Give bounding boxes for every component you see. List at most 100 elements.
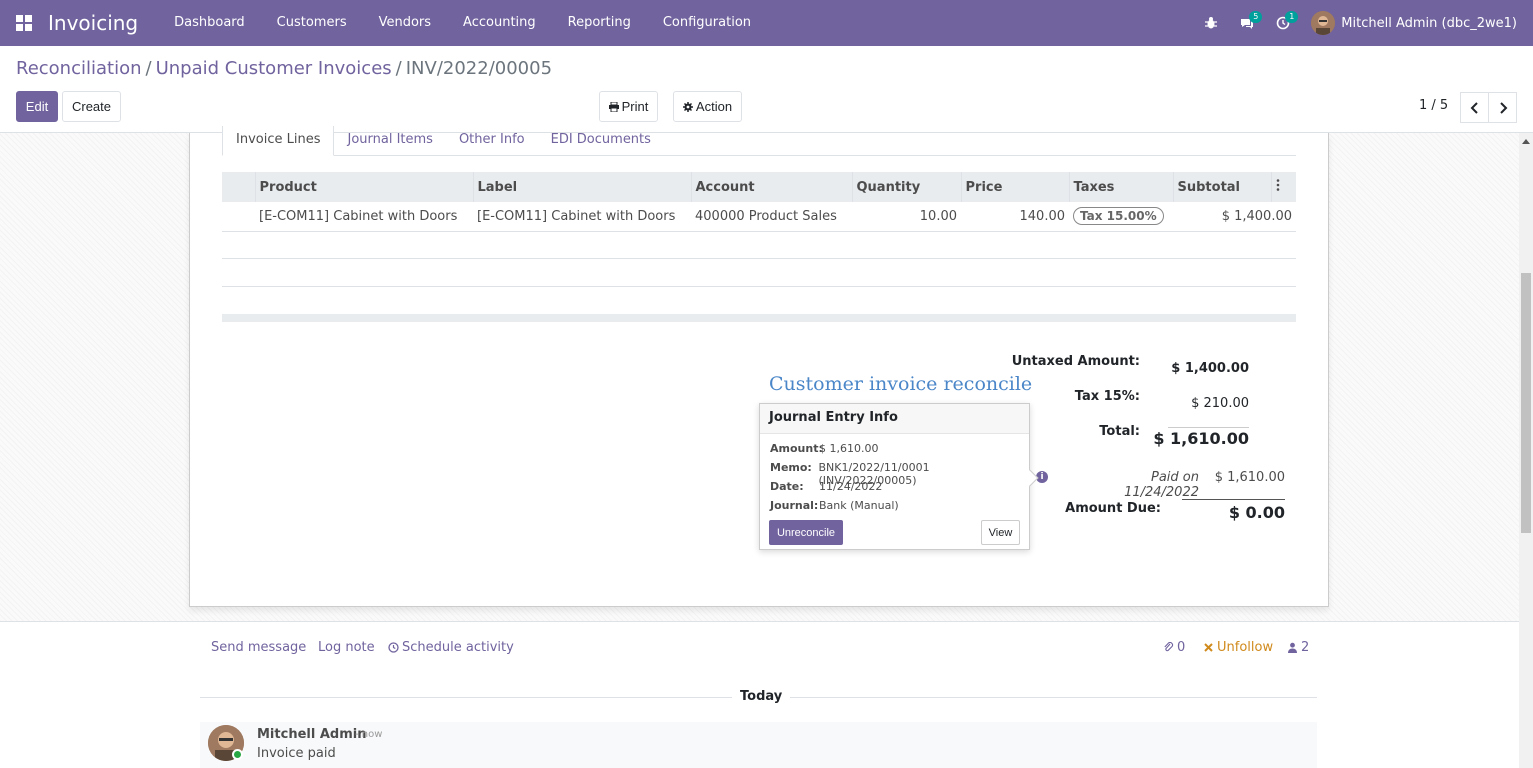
paid-amount-value: $ 1,610.00 — [1214, 470, 1285, 485]
menu-customers[interactable]: Customers — [261, 0, 363, 46]
empty-row — [222, 259, 1296, 287]
handle-cell — [222, 202, 255, 232]
breadcrumb-unpaid-invoices[interactable]: Unpaid Customer Invoices — [156, 58, 392, 79]
column-quantity[interactable]: Quantity — [851, 172, 961, 202]
chevron-left-icon — [1470, 101, 1478, 114]
paperclip-icon — [1164, 642, 1174, 652]
followers-count: 2 — [1301, 640, 1310, 655]
view-button[interactable]: View — [981, 520, 1020, 545]
untaxed-amount-label: Untaxed Amount: — [1011, 354, 1140, 369]
notebook-tabs: Invoice Lines Journal Items Other Info E… — [222, 126, 1296, 156]
menu-configuration[interactable]: Configuration — [647, 0, 767, 46]
chatter-message: Mitchell Admin - now Invoice paid — [200, 722, 1317, 768]
column-taxes[interactable]: Taxes — [1068, 172, 1173, 202]
empty-row — [222, 231, 1296, 259]
message-body: Invoice paid — [257, 746, 336, 761]
menu-dashboard[interactable]: Dashboard — [158, 0, 261, 46]
breadcrumb-reconciliation[interactable]: Reconciliation — [16, 58, 142, 79]
edit-button[interactable]: Edit — [16, 91, 58, 122]
activities-clock-icon[interactable]: 1 — [1265, 0, 1301, 46]
amount-key: Amount: — [770, 442, 823, 455]
print-button[interactable]: Print — [599, 91, 658, 122]
gear-icon — [682, 101, 693, 112]
untaxed-amount-value: $ 1,400.00 — [1171, 361, 1249, 376]
debug-bug-icon[interactable] — [1193, 0, 1229, 46]
breadcrumb-current: INV/2022/00005 — [405, 58, 553, 79]
activities-badge: 1 — [1285, 11, 1299, 23]
messages-icon[interactable]: 5 — [1229, 0, 1265, 46]
scroll-up-arrow-icon[interactable] — [1521, 137, 1531, 145]
menu-reporting[interactable]: Reporting — [552, 0, 647, 46]
cell-price[interactable]: 140.00 — [961, 202, 1069, 232]
attachments-button[interactable]: 0 — [1163, 640, 1185, 655]
due-separator — [1182, 499, 1285, 500]
cell-subtotal[interactable]: $ 1,400.00 — [1173, 202, 1296, 232]
print-label: Print — [621, 99, 649, 114]
tab-other-info[interactable]: Other Info — [446, 126, 538, 156]
menu-accounting[interactable]: Accounting — [447, 0, 552, 46]
amount-due-label: Amount Due: — [1065, 501, 1161, 516]
popover-date-row: Date: 11/24/2022 — [770, 480, 882, 493]
unfollow-button[interactable]: Unfollow — [1203, 640, 1273, 655]
table-row[interactable]: [E-COM11] Cabinet with Doors [E-COM11] C… — [222, 202, 1296, 232]
message-time: - now — [355, 729, 383, 740]
printer-icon — [608, 101, 619, 112]
schedule-activity-button[interactable]: Schedule activity — [388, 640, 514, 655]
control-panel: Reconciliation / Unpaid Customer Invoice… — [0, 46, 1533, 133]
user-name: Mitchell Admin (dbc_2we1) — [1341, 15, 1517, 31]
popover-amount-row: Amount: $ 1,610.00 — [770, 442, 878, 455]
unfollow-label: Unfollow — [1217, 640, 1274, 655]
top-navbar: Invoicing Dashboard Customers Vendors Ac… — [0, 0, 1533, 46]
action-label: Action — [695, 99, 733, 114]
chevron-right-icon — [1499, 101, 1507, 114]
send-message-button[interactable]: Send message — [211, 640, 306, 655]
user-menu[interactable]: Mitchell Admin (dbc_2we1) — [1301, 11, 1533, 35]
pager-value[interactable]: 1 / 5 — [1419, 98, 1448, 113]
pager-previous-button[interactable] — [1460, 92, 1489, 123]
date-key: Date: — [770, 480, 804, 493]
table-header-row: Product Label Account Quantity Price Tax… — [222, 172, 1296, 202]
menu-vendors[interactable]: Vendors — [363, 0, 447, 46]
total-separator — [1168, 427, 1249, 428]
scrollbar-thumb[interactable] — [1521, 273, 1531, 533]
cell-taxes[interactable]: Tax 15.00% — [1069, 202, 1173, 232]
tax-tag: Tax 15.00% — [1073, 207, 1164, 226]
optional-columns-toggle[interactable] — [1270, 172, 1296, 202]
handle-column — [222, 172, 255, 202]
cell-label[interactable]: [E-COM11] Cabinet with Doors — [473, 202, 691, 232]
total-value: $ 1,610.00 — [1153, 429, 1249, 448]
unreconcile-button[interactable]: Unreconcile — [769, 520, 843, 545]
column-label[interactable]: Label — [472, 172, 691, 202]
tab-journal-items[interactable]: Journal Items — [334, 126, 445, 156]
schedule-activity-label: Schedule activity — [402, 640, 514, 655]
journal-entry-popover: Journal Entry Info Amount: $ 1,610.00 Me… — [759, 403, 1039, 550]
followers-button[interactable]: 2 — [1287, 640, 1309, 655]
user-icon — [1288, 642, 1297, 653]
page-scrollbar[interactable] — [1519, 133, 1533, 768]
create-button[interactable]: Create — [62, 91, 121, 122]
column-subtotal[interactable]: Subtotal — [1172, 172, 1271, 202]
online-status-dot — [232, 749, 243, 760]
amount-due-value: $ 0.00 — [1228, 503, 1285, 522]
pager-next-button[interactable] — [1488, 92, 1517, 123]
column-account[interactable]: Account — [690, 172, 852, 202]
cell-product[interactable]: [E-COM11] Cabinet with Doors — [255, 202, 473, 232]
cell-account[interactable]: 400000 Product Sales — [691, 202, 852, 232]
log-note-button[interactable]: Log note — [318, 640, 375, 655]
user-avatar — [1311, 11, 1336, 35]
paid-on-label: Paid on 11/24/2022 — [1124, 470, 1199, 500]
message-author[interactable]: Mitchell Admin — [257, 727, 366, 742]
tab-edi-documents[interactable]: EDI Documents — [538, 126, 664, 156]
cell-quantity[interactable]: 10.00 — [852, 202, 961, 232]
popover-title: Journal Entry Info — [760, 404, 1029, 434]
clock-icon — [388, 642, 399, 653]
tab-invoice-lines[interactable]: Invoice Lines — [222, 126, 335, 156]
kebab-menu-icon — [1276, 179, 1279, 191]
apps-menu-icon[interactable] — [0, 0, 48, 46]
column-product[interactable]: Product — [254, 172, 473, 202]
action-button[interactable]: Action — [673, 91, 742, 122]
table-footer-bar — [222, 314, 1296, 322]
column-price[interactable]: Price — [960, 172, 1069, 202]
date-separator-today: Today — [732, 689, 791, 704]
app-name[interactable]: Invoicing — [48, 11, 138, 35]
